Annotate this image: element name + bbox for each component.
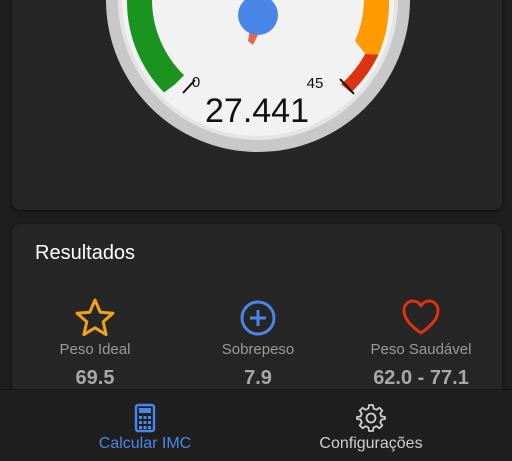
- results-card: Resultados Peso Ideal 69.5 Sobrepeso 7.9…: [12, 224, 502, 404]
- gauge-max-label: 45: [307, 75, 324, 92]
- gauge-card: 0 45 27.441: [12, 0, 502, 210]
- metric-ideal-weight-value: 69.5: [75, 367, 115, 389]
- metric-healthy-weight-label: Peso Saudável: [370, 341, 472, 358]
- metric-healthy-weight: Peso Saudável 62.0 - 77.1: [341, 296, 501, 390]
- nav-settings-label: Configurações: [319, 435, 423, 452]
- metric-overweight-label: Sobrepeso: [221, 341, 295, 358]
- metric-ideal-weight-label: Peso Ideal: [59, 341, 131, 358]
- metric-healthy-weight-value: 62.0 - 77.1: [373, 367, 469, 389]
- metric-overweight: Sobrepeso 7.9: [178, 296, 338, 390]
- bmi-value: 27.441: [205, 92, 309, 130]
- star-icon: [75, 298, 115, 337]
- calculator-icon: [134, 403, 156, 433]
- nav-calculate-bmi-label: Calcular IMC: [98, 435, 192, 452]
- metric-ideal-weight: Peso Ideal 69.5: [15, 296, 175, 390]
- metric-overweight-value: 7.9: [244, 367, 272, 389]
- plus-circle-icon: [240, 300, 276, 336]
- nav-settings[interactable]: Configurações: [243, 390, 499, 461]
- bottom-navigation: Calcular IMC Configurações: [0, 389, 512, 461]
- heart-icon: [402, 299, 440, 335]
- results-title: Resultados: [35, 242, 136, 264]
- gauge-min-label: 0: [192, 74, 200, 91]
- nav-calculate-bmi[interactable]: Calcular IMC: [17, 390, 273, 461]
- gear-icon: [356, 404, 386, 432]
